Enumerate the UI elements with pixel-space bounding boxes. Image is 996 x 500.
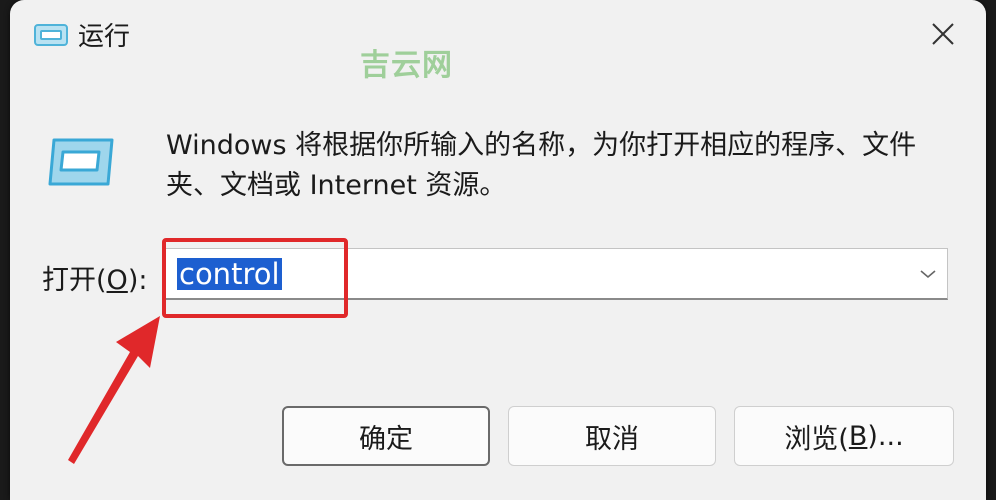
close-icon	[931, 22, 955, 50]
annotation-arrow	[60, 310, 170, 474]
browse-button[interactable]: 浏览(B)...	[734, 406, 954, 466]
description-text: Windows 将根据你所输入的名称，为你打开相应的程序、文件夹、文档或 Int…	[166, 130, 917, 201]
chevron-down-icon[interactable]	[919, 265, 937, 284]
run-program-icon	[46, 138, 116, 190]
close-button[interactable]	[918, 14, 968, 58]
watermark: 吉云网	[360, 48, 453, 83]
cancel-button[interactable]: 取消	[508, 406, 716, 466]
window-title: 运行	[78, 22, 131, 52]
run-app-icon	[34, 24, 68, 50]
ok-button[interactable]: 确定	[282, 406, 490, 466]
run-dialog: 运行 吉云网 Windows 将根据你所输入的名称，为你打开相应的程序、文件夹、…	[10, 0, 986, 500]
open-label: 打开(O):	[42, 265, 148, 296]
annotation-highlight-box	[162, 238, 348, 318]
